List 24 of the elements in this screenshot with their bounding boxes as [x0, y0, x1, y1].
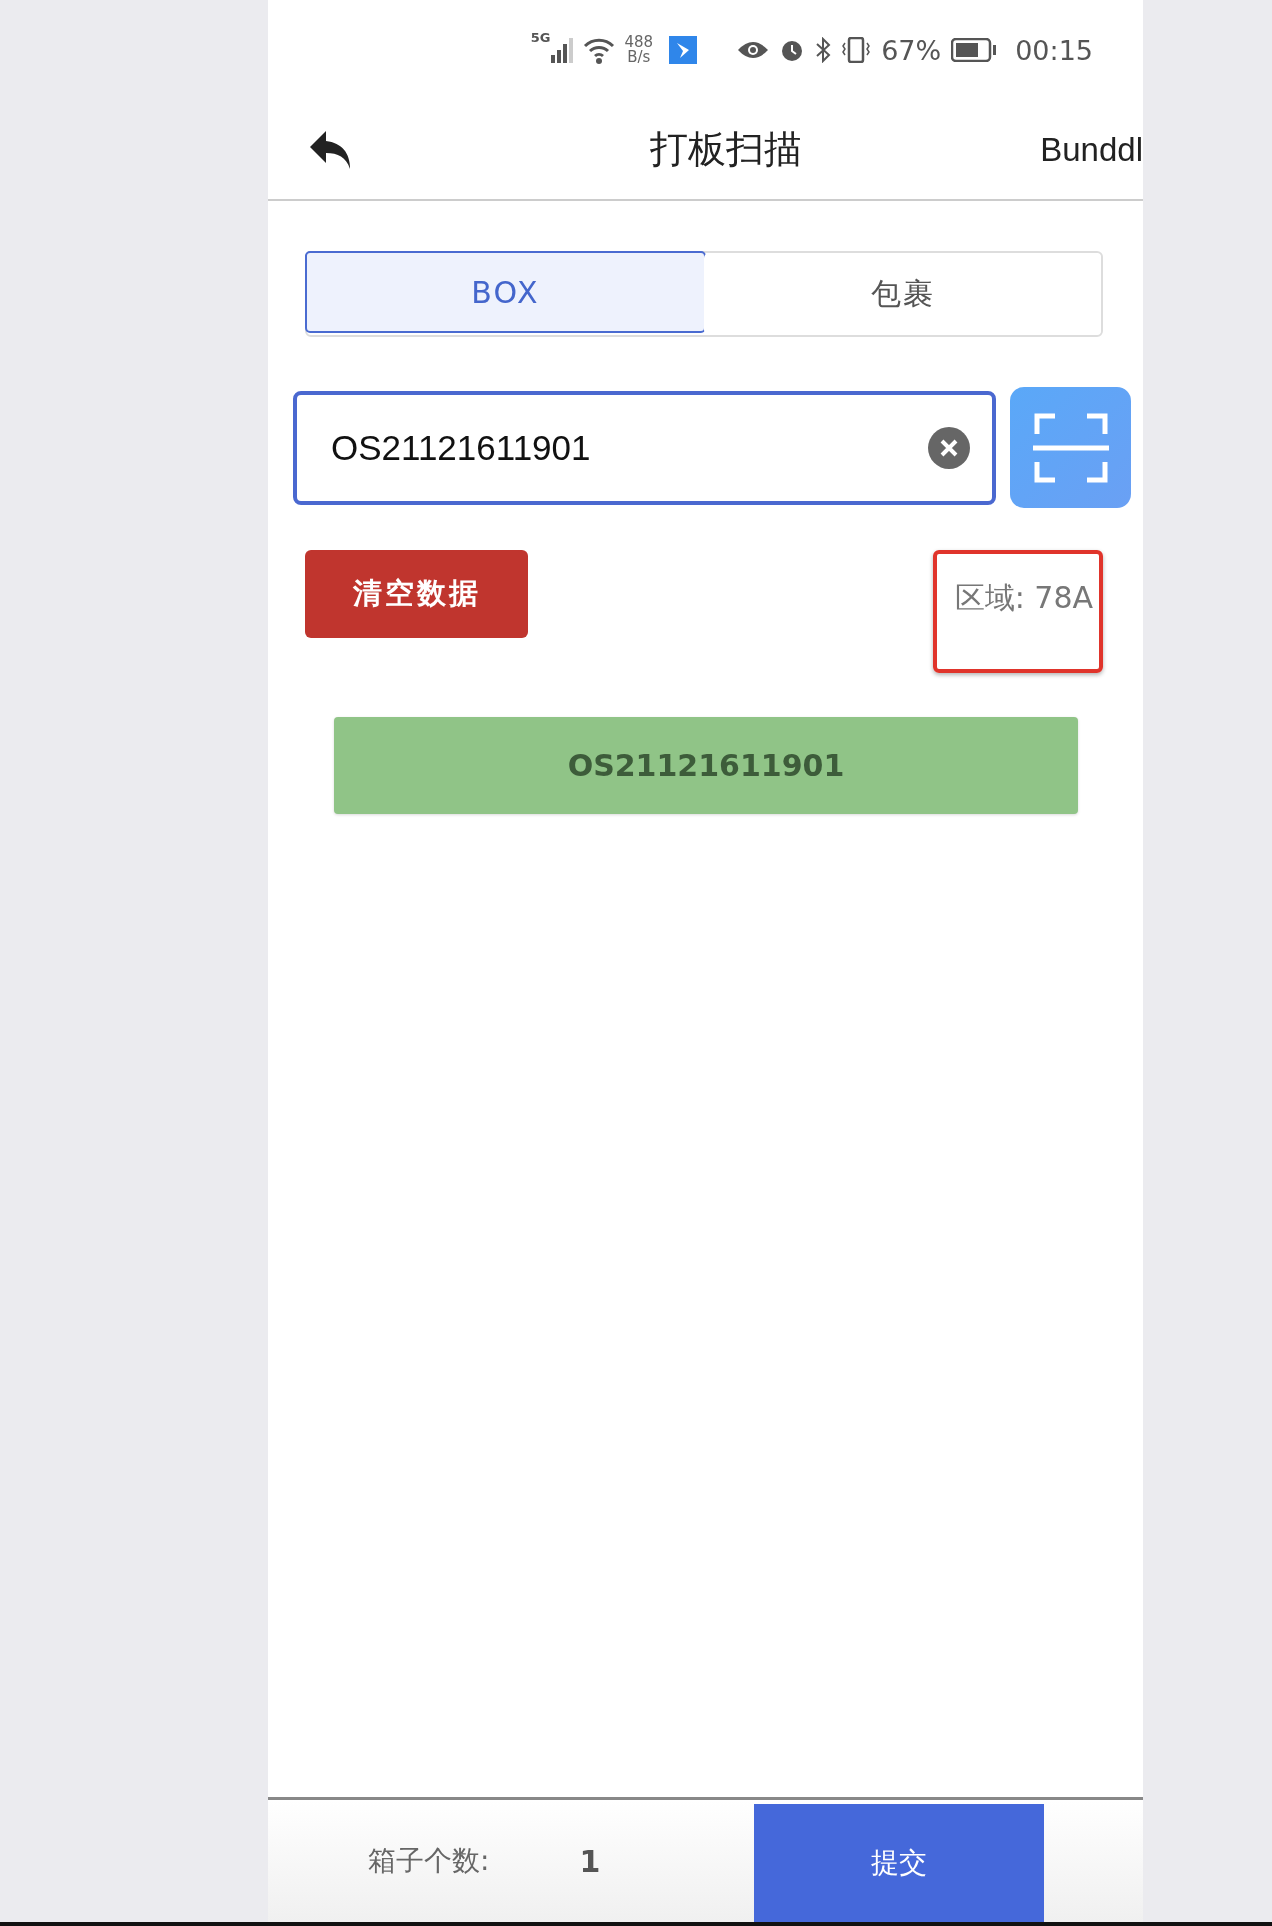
count-value: 1: [579, 1843, 601, 1879]
clear-data-button[interactable]: 清空数据: [305, 550, 528, 638]
signal-icon: [550, 37, 573, 63]
network-speed: 488: [624, 35, 654, 50]
scan-input-field[interactable]: OS21121611901: [293, 390, 996, 505]
submit-button[interactable]: 提交: [754, 1804, 1044, 1922]
network-type: 5G: [530, 30, 551, 45]
header-action[interactable]: Bunddl: [1040, 130, 1143, 169]
app-icon: [669, 36, 698, 64]
status-time: 00:15: [1015, 34, 1093, 66]
tab[interactable]: BOX: [305, 251, 706, 333]
clear-icon[interactable]: [928, 426, 970, 469]
eye-icon: [737, 40, 770, 60]
scanned-item: OS21121611901: [334, 717, 1078, 814]
scan-button[interactable]: [1010, 387, 1131, 508]
page-title: 打板扫描: [649, 126, 802, 173]
bluetooth-icon: [815, 37, 832, 63]
battery-percent: 67%: [881, 34, 942, 66]
region-label: 区域: 78A: [932, 550, 1103, 673]
wifi-icon: [582, 36, 615, 64]
vibrate-icon: [841, 37, 872, 63]
count-label: 箱子个数:: [368, 1843, 490, 1879]
battery-icon: [951, 38, 998, 62]
network-unit: B/s: [627, 50, 651, 65]
